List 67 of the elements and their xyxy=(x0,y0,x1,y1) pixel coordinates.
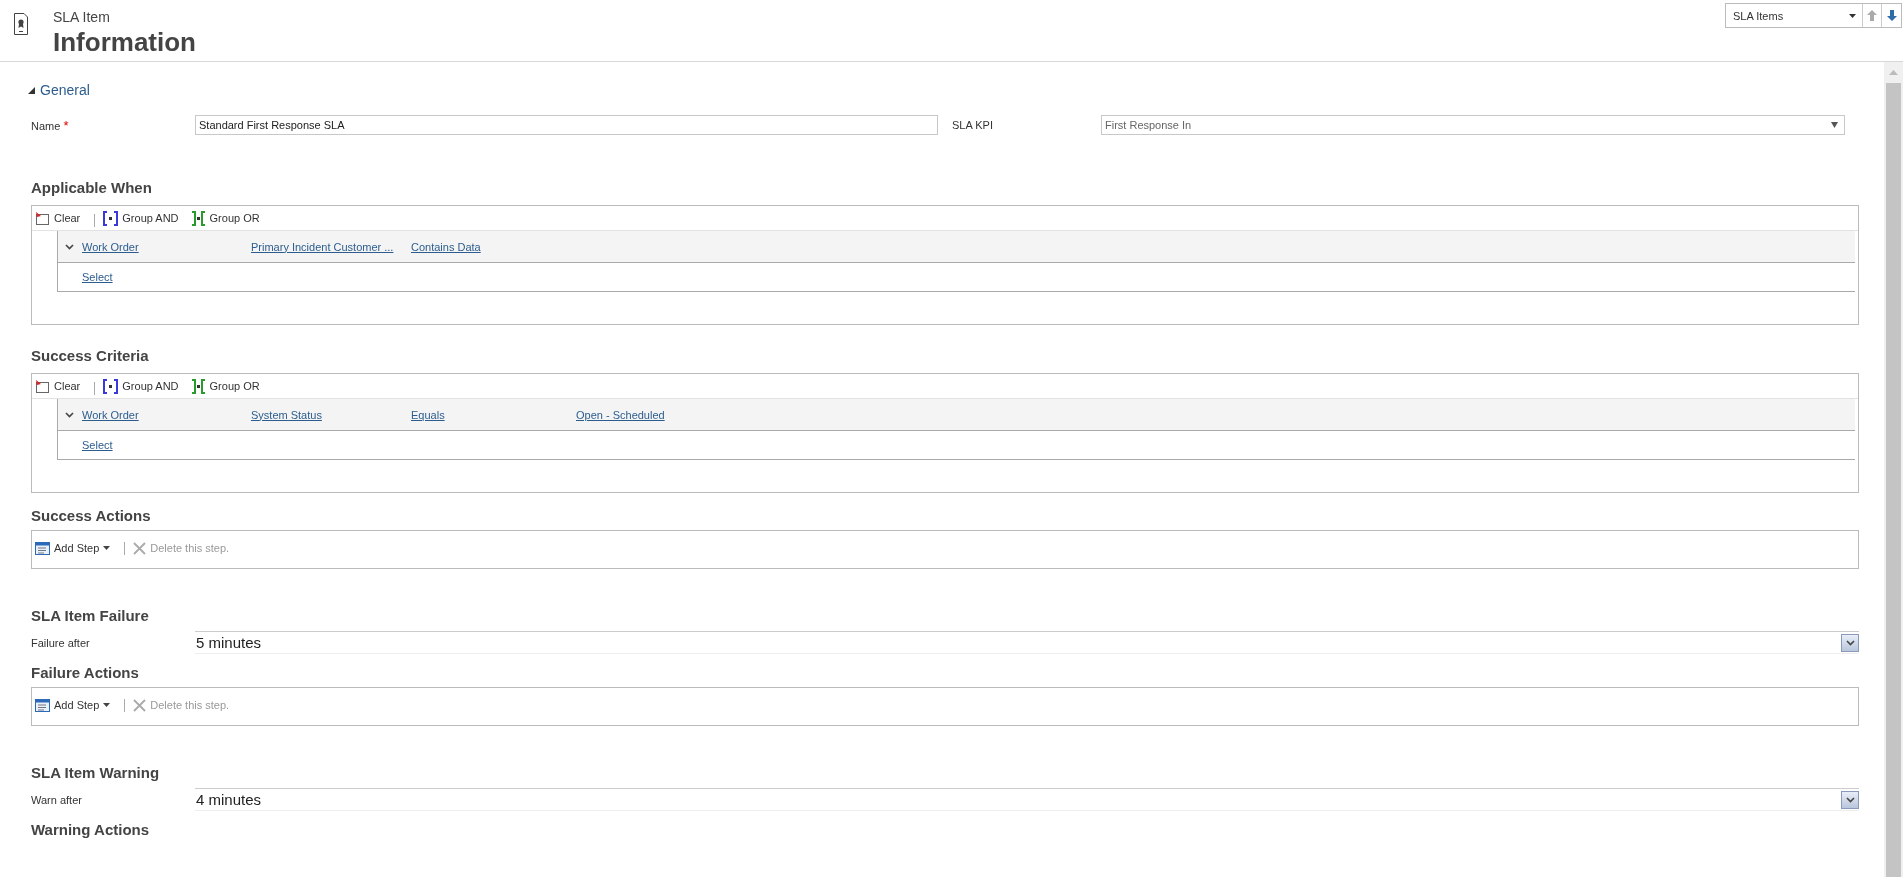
close-icon xyxy=(133,698,147,712)
required-mark: * xyxy=(63,117,69,133)
triangle-icon xyxy=(28,86,35,94)
group-button[interactable]: Group AND xyxy=(103,208,183,228)
chevron-down-icon[interactable] xyxy=(65,411,74,418)
document-icon xyxy=(35,698,50,712)
document-icon xyxy=(35,541,50,555)
caret-icon xyxy=(1849,13,1856,18)
condition-link[interactable]: Primary Incident Customer ... xyxy=(251,240,403,253)
section-heading: Warning Actions xyxy=(31,820,151,840)
eraser-icon xyxy=(35,378,50,394)
section-heading: SLA Item Warning xyxy=(31,763,161,783)
field-label: Failure after xyxy=(31,636,91,649)
condition-link[interactable]: Work Order xyxy=(82,240,243,253)
select-value: 5 minutes xyxy=(195,634,262,651)
bracket-group-icon xyxy=(103,210,119,226)
form-title: Information xyxy=(53,28,196,56)
condition-link[interactable]: System Status xyxy=(251,408,403,421)
select-link[interactable]: Select xyxy=(82,271,113,283)
entity-name: SLA Item xyxy=(53,9,111,25)
condition-link[interactable]: Open - Scheduled xyxy=(576,408,665,421)
condition-link[interactable]: Work Order xyxy=(82,408,243,421)
chevron-down-icon xyxy=(1845,796,1855,803)
certificate-document-icon xyxy=(14,13,28,35)
field-label: SLA KPI xyxy=(951,119,994,131)
select-link[interactable]: Select xyxy=(82,439,113,451)
caret-icon xyxy=(103,703,111,707)
dropdown-button[interactable] xyxy=(1841,633,1859,652)
chevron-down-icon[interactable] xyxy=(65,243,74,250)
select-value: 4 minutes xyxy=(195,791,262,808)
arrow-up-icon xyxy=(1867,10,1877,21)
condition-link[interactable]: Equals xyxy=(411,408,568,421)
eraser-icon xyxy=(35,210,50,226)
select-value: SLA Items xyxy=(1733,9,1784,22)
section-heading: Success Actions xyxy=(31,506,152,526)
scrollbar[interactable] xyxy=(1884,62,1903,877)
chevron-down-icon xyxy=(1845,639,1855,646)
caret-icon xyxy=(1831,122,1838,128)
add-step-button[interactable]: Add Step xyxy=(35,538,115,558)
section-toggle[interactable]: General xyxy=(28,82,90,98)
field-label: Warn after xyxy=(31,793,83,806)
field-label: Name * xyxy=(31,117,70,133)
select-value: First Response In xyxy=(1105,119,1192,131)
section-heading: Applicable When xyxy=(31,178,153,198)
duration-select[interactable]: 4 minutes xyxy=(195,788,1859,811)
add-step-button[interactable]: Add Step xyxy=(35,695,115,715)
arrow-down-icon xyxy=(1886,10,1897,21)
dropdown-button[interactable] xyxy=(1841,790,1859,809)
kpi-select[interactable]: First Response In xyxy=(1101,115,1845,135)
duration-select[interactable]: 5 minutes xyxy=(195,631,1859,654)
section-heading: Success Criteria xyxy=(31,346,150,366)
scrollbar-thumb[interactable] xyxy=(1886,83,1901,877)
bracket-group-icon xyxy=(103,378,119,394)
group-button[interactable]: Group OR xyxy=(190,376,264,396)
name-field[interactable]: Standard First Response SLA xyxy=(195,115,938,135)
scroll-up-icon xyxy=(1889,70,1898,75)
group-button[interactable]: Group AND xyxy=(103,376,183,396)
section-heading: Failure Actions xyxy=(31,663,140,683)
caret-icon xyxy=(103,546,111,550)
section-heading: SLA Item Failure xyxy=(31,606,150,626)
clear-button[interactable]: Clear xyxy=(35,376,85,396)
condition-link[interactable]: Contains Data xyxy=(411,240,568,253)
bracket-group-icon xyxy=(190,378,206,394)
clear-button[interactable]: Clear xyxy=(35,208,85,228)
close-icon xyxy=(133,541,147,555)
group-button[interactable]: Group OR xyxy=(190,208,264,228)
bracket-group-icon xyxy=(190,210,206,226)
